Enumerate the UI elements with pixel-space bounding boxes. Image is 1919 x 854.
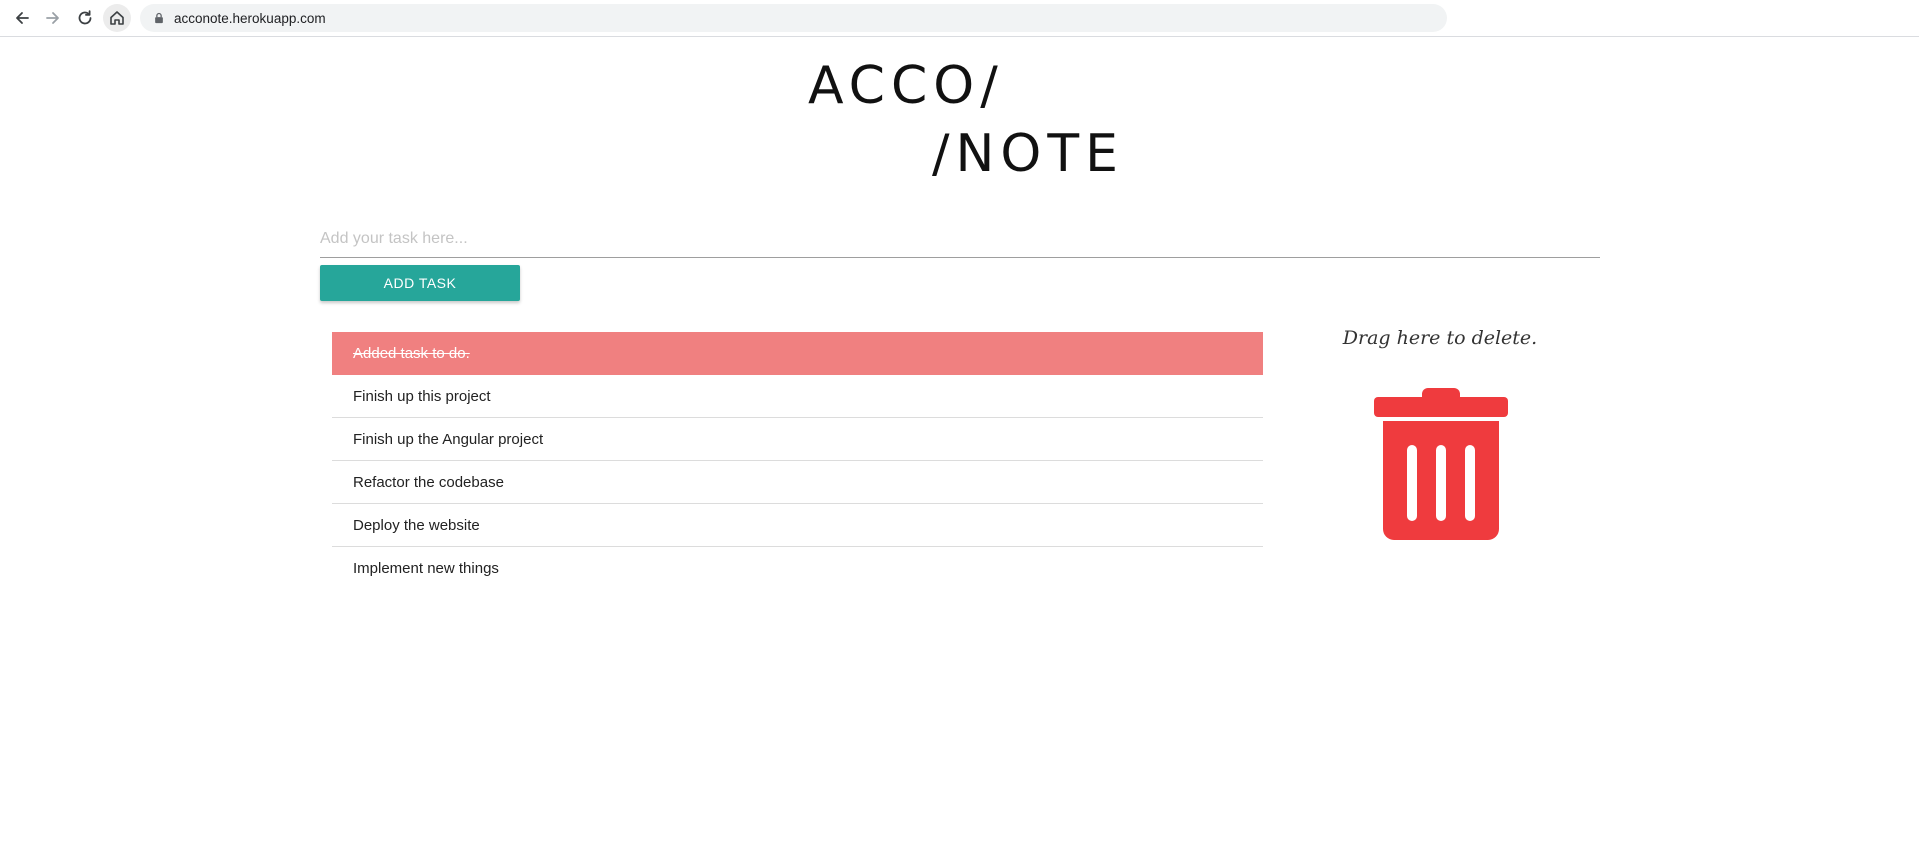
task-list: Added task to do. Finish up this project… [332, 332, 1263, 590]
browser-toolbar: acconote.herokuapp.com [0, 0, 1919, 37]
reload-button[interactable] [71, 4, 99, 32]
task-label: Added task to do. [353, 345, 470, 362]
home-button[interactable] [103, 4, 131, 32]
app-logo: ACCO/ /NOTE [808, 56, 1128, 196]
delete-hint: Drag here to delete. [1342, 327, 1538, 349]
arrow-right-icon [46, 12, 59, 24]
delete-drop-zone[interactable]: Drag here to delete. [1330, 320, 1550, 550]
task-label: Implement new things [353, 560, 499, 577]
task-input[interactable] [320, 220, 1600, 258]
reload-icon [78, 10, 92, 25]
task-item[interactable]: Finish up this project [332, 375, 1263, 418]
task-item[interactable]: Deploy the website [332, 504, 1263, 547]
arrow-left-icon [16, 12, 29, 24]
logo-line-1: ACCO/ [808, 56, 1004, 116]
task-label: Finish up this project [353, 387, 491, 405]
lock-icon [152, 11, 166, 25]
home-icon [110, 11, 124, 25]
task-item[interactable]: Implement new things [332, 547, 1263, 590]
add-task-button[interactable]: ADD TASK [320, 265, 520, 301]
logo-line-2: /NOTE [932, 124, 1124, 184]
task-item-done[interactable]: Added task to do. [332, 332, 1263, 375]
task-label: Finish up the Angular project [353, 430, 544, 448]
address-bar[interactable]: acconote.herokuapp.com [140, 4, 1447, 32]
forward-button[interactable] [39, 4, 67, 32]
back-button[interactable] [8, 4, 36, 32]
task-item[interactable]: Refactor the codebase [332, 461, 1263, 504]
task-label: Refactor the codebase [353, 473, 504, 491]
task-label: Deploy the website [353, 516, 480, 534]
task-item[interactable]: Finish up the Angular project [332, 418, 1263, 461]
trash-icon [1374, 388, 1508, 540]
url-text: acconote.herokuapp.com [174, 10, 326, 26]
